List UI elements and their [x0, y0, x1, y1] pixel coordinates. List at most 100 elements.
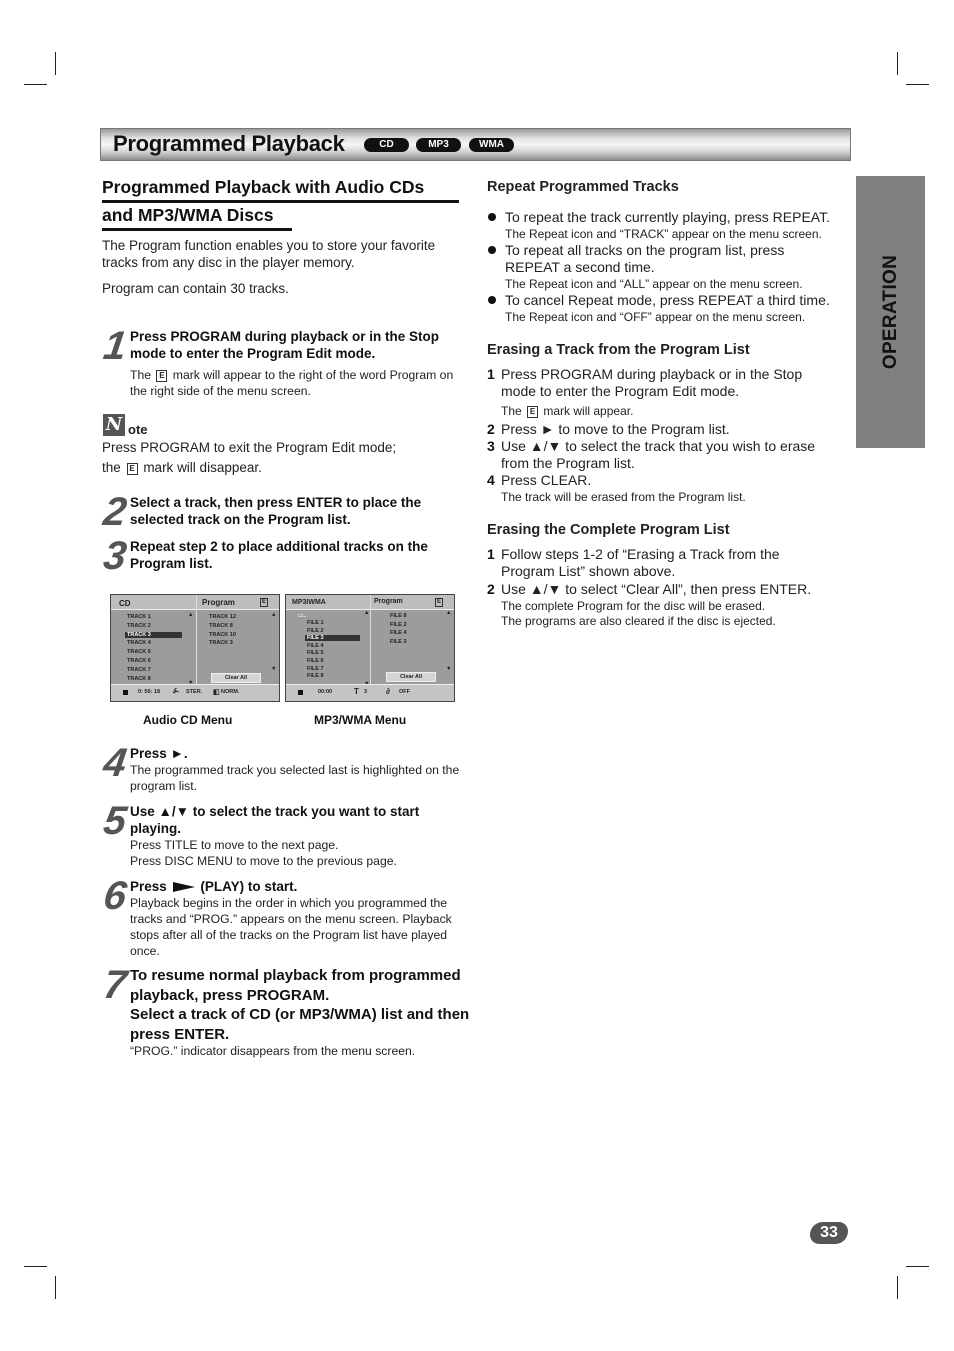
mp3-menu-caption: MP3/WMA Menu [314, 713, 407, 727]
sound-mode-icon: ◧ [213, 689, 220, 696]
menu-left-title: MP3IWMA [292, 599, 326, 606]
step-number-4: 4 [100, 741, 130, 785]
edit-mark-icon: E [435, 598, 443, 607]
repeat-item-3: To cancel Repeat mode, press REPEAT a th… [505, 292, 830, 308]
file-item: FILE 6 [307, 658, 324, 664]
crop-mark [897, 52, 898, 75]
badge-cd: CD [364, 138, 409, 152]
time-readout: 0: 56: 18 [138, 689, 161, 695]
repeat-item-2: To repeat all tracks on the program list… [505, 242, 785, 275]
bullet [488, 246, 496, 254]
repeat-heading: Repeat Programmed Tracks [487, 179, 679, 195]
step-number-1: 1 [100, 324, 130, 368]
erase-all-step-2-detail-1: The complete Program for the disc will b… [501, 599, 766, 613]
step-7-instruction-1: To resume normal playback from programme… [130, 967, 461, 1004]
note-line-1: Press PROGRAM to exit the Program Edit m… [102, 440, 397, 455]
file-item: FILE 1 [307, 620, 324, 626]
step-7-instruction-2: Select a track of CD (or MP3/WMA) list a… [130, 1006, 470, 1043]
sound-mode-value: NORM. [221, 689, 240, 695]
step-7-detail: “PROG.” indicator disappears from the me… [130, 1044, 416, 1058]
erase-track-step-2: Press ► to move to the Program list. [501, 421, 730, 437]
track-item: TRACK 3 [125, 631, 182, 638]
cd-menu-caption: Audio CD Menu [143, 713, 233, 727]
folder-up-icon: ▭.. [298, 613, 307, 619]
repeat-item-2-detail: The Repeat icon and “ALL” appear on the … [505, 277, 803, 291]
erase-track-step-1-detail: The E mark will appear. [501, 404, 634, 418]
track-item: TRACK 1 [127, 614, 151, 620]
step-1-detail: The E mark will appear to the right of t… [130, 368, 454, 398]
play-icon [172, 882, 195, 892]
stop-icon [298, 690, 303, 695]
bullet [488, 213, 496, 221]
section-heading-line2: and MP3/WMA Discs [102, 205, 274, 225]
erase-track-step-4: Press CLEAR. [501, 472, 592, 488]
audio-channel-icon: ⍼ [173, 688, 180, 695]
bullet [488, 296, 496, 304]
program-item: FILE 3 [390, 638, 407, 645]
erase-all-heading: Erasing the Complete Program List [487, 522, 730, 538]
step-number-5: 5 [100, 799, 130, 843]
chapter-tab-label: OPERATION [879, 254, 901, 370]
erase-track-step-3: Use ▲/▼ to select the track that you wis… [501, 438, 816, 471]
menu-left-title: CD [119, 599, 131, 608]
erase-track-heading: Erasing a Track from the Program List [487, 342, 750, 358]
track-item: TRACK 4 [127, 640, 151, 647]
scroll-up-icon: ▲ [446, 610, 452, 616]
edit-mark-icon: E [527, 406, 539, 418]
crop-mark [897, 1276, 898, 1299]
erase-step-number: 4 [487, 472, 495, 488]
crop-mark [24, 1266, 47, 1267]
step-2-instruction: Select a track, then press ENTER to plac… [130, 495, 422, 527]
step-4-instruction: Press ►. [130, 746, 188, 761]
erase-all-step-2-detail-2: The programs are also cleared if the dis… [501, 614, 776, 628]
erase-step-number: 1 [487, 366, 495, 382]
file-item: FILE 7 [307, 665, 324, 672]
step-5-instruction: Use ▲/▼ to select the track you want to … [130, 804, 420, 836]
badge-mp3: MP3 [416, 138, 461, 152]
erase-track-step-4-detail: The track will be erased from the Progra… [501, 490, 746, 504]
repeat-value: OFF [399, 689, 410, 695]
file-item: FILE 2 [307, 627, 324, 634]
track-icon: T [354, 687, 359, 696]
erase-step-number: 2 [487, 421, 495, 437]
track-item: TRACK 2 [127, 622, 151, 629]
file-item: FILE 8 [307, 673, 324, 680]
crop-mark [906, 1266, 929, 1267]
repeat-icon: ∂ [386, 687, 390, 696]
step-6-instruction: Press (PLAY) to start. [130, 879, 298, 894]
section-header-banner: Programmed Playback CD MP3 WMA [100, 128, 851, 161]
scroll-up-icon: ▲ [188, 612, 194, 618]
step-number-2: 2 [100, 490, 130, 534]
heading-underline [102, 228, 292, 231]
section-heading-line1: Programmed Playback with Audio CDs [102, 177, 425, 197]
program-item: TRACK 8 [209, 622, 233, 629]
track-item: TRACK 5 [127, 649, 151, 656]
clear-all-button: Clear All [386, 672, 436, 682]
audio-cd-menu-screen: CD Program E TRACK 1 TRACK 2 TRACK 3 TRACK … [110, 594, 280, 702]
menu-right-title: Program [374, 598, 403, 605]
erase-all-step-2: Use ▲/▼ to select “Clear All”, then pres… [501, 581, 812, 597]
scroll-down-icon: ▼ [271, 666, 277, 672]
crop-mark [55, 52, 56, 75]
crop-mark [906, 84, 929, 85]
scroll-up-icon: ▲ [364, 610, 370, 616]
menu-status-bar: 00:00 T 3 ∂ OFF [286, 684, 454, 701]
stop-icon [123, 690, 128, 695]
repeat-item-3-detail: The Repeat icon and “OFF” appear on the … [505, 310, 806, 324]
step-number-3: 3 [100, 534, 130, 578]
program-item: TRACK 3 [209, 640, 233, 647]
heading-underline [102, 200, 459, 203]
clear-all-button: Clear All [211, 673, 261, 683]
menu-right-title: Program [202, 598, 235, 607]
mp3-wma-menu-screen: MP3IWMA Program E ▭.. FILE 1 FILE 2 FILE 3… [285, 594, 455, 702]
badge-wma: WMA [469, 138, 514, 152]
edit-mark-icon: E [126, 463, 138, 475]
chapter-tab: OPERATION [856, 176, 925, 448]
program-item: TRACK 10 [209, 631, 236, 638]
repeat-item-1-detail: The Repeat icon and “TRACK” appear on th… [505, 227, 822, 241]
step-4-detail: The programmed track you selected last i… [130, 763, 460, 793]
step-5-detail-2: Press DISC MENU to move to the previous … [130, 854, 397, 868]
file-item: FILE 5 [307, 650, 324, 657]
audio-channel-value: STER. [186, 689, 203, 695]
erase-all-step-number: 1 [487, 546, 495, 562]
